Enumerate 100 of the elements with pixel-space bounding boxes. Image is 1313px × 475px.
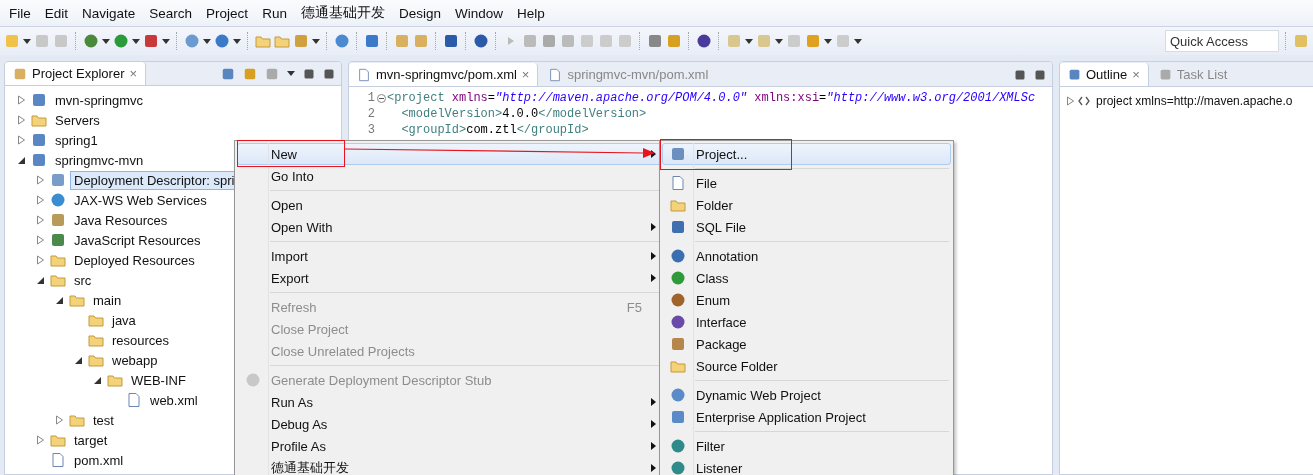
maximize-icon [323,67,335,80]
editor-tab[interactable]: mvn-springmvc/pom.xml × [349,63,539,86]
menu-item[interactable]: Folder [662,194,951,216]
tree-item[interactable]: Deployed Resources [70,250,199,270]
filter-icon [265,66,279,81]
menu-item[interactable]: File [2,5,38,21]
caret-icon[interactable] [233,38,241,44]
collapse-icon[interactable] [92,375,102,385]
caret-icon[interactable] [162,38,170,44]
tree-item[interactable]: main [89,290,126,310]
tree-item[interactable]: JavaScript Resources [70,230,205,250]
collapse-icon[interactable] [73,355,83,365]
caret-icon[interactable] [745,38,753,44]
menu-item[interactable]: Run [255,5,294,21]
menu-item[interactable]: File [662,172,951,194]
expand-icon[interactable] [35,215,45,225]
collapse-icon[interactable] [35,275,45,285]
tree-item[interactable]: src [70,270,96,290]
menu-item[interactable]: Interface [662,311,951,333]
class-icon [670,270,686,286]
close-icon[interactable]: × [129,66,138,81]
tree-item[interactable]: JAX-WS Web Services [70,190,211,210]
menu-item[interactable]: SQL File [662,216,951,238]
caret-icon[interactable] [23,38,31,44]
menu-item[interactable]: Help [509,5,552,21]
menu-item[interactable]: 德通基础开发 [237,457,663,475]
expand-icon[interactable] [35,195,45,205]
menu-item[interactable]: Import [237,245,663,267]
project-icon [31,152,47,168]
xml-file-icon [126,392,142,408]
menu-item[interactable]: Annotation [662,245,951,267]
caret-icon[interactable] [775,38,783,44]
menu-item[interactable]: Filter [662,435,951,457]
tree-item[interactable]: spring1 [51,130,102,150]
menu-item[interactable]: Search [142,5,200,21]
menu-item[interactable]: Project [199,5,256,21]
caret-icon[interactable] [824,38,832,44]
fold-icon[interactable] [376,93,386,103]
caret-icon[interactable] [132,38,140,44]
menu-item[interactable]: Source Folder [662,355,951,377]
menu-item[interactable]: Go Into [237,165,663,187]
expand-icon[interactable] [35,235,45,245]
menu-item[interactable]: Navigate [75,5,143,21]
code-line: <groupId>com.ztl</groupId> [400,123,589,137]
tree-item[interactable]: webapp [108,350,162,370]
menu-item[interactable]: 德通基础开发 [293,4,392,22]
menu-item[interactable]: Design [391,5,448,21]
descriptor-icon [50,172,66,188]
expand-icon[interactable] [35,255,45,265]
caret-icon[interactable] [312,38,320,44]
expand-icon[interactable] [16,135,26,145]
tree-item[interactable]: web.xml [146,390,202,410]
menu-item[interactable]: Package [662,333,951,355]
collapse-icon[interactable] [16,155,26,165]
menu-item[interactable]: Enterprise Application Project [662,406,951,428]
menu-item[interactable]: Listener [662,457,951,475]
tree-item[interactable]: java [108,310,140,330]
menu-item[interactable]: Profile As [237,435,663,457]
caret-icon[interactable] [203,38,211,44]
tree-item[interactable]: test [89,410,118,430]
menu-item[interactable]: Class [662,267,951,289]
caret-icon[interactable] [854,38,862,44]
tree-item[interactable]: project xmlns=http://maven.apache.o [1092,92,1297,110]
menu-item[interactable]: Edit [37,5,76,21]
tree-item[interactable]: Servers [51,110,104,130]
expand-icon[interactable] [16,95,26,105]
maven-file-icon [548,67,563,82]
maximize-icon [1034,68,1046,81]
menu-item[interactable]: Debug As [237,413,663,435]
close-icon[interactable]: × [521,67,530,82]
menu-item[interactable]: Dynamic Web Project [662,384,951,406]
expand-icon[interactable] [35,175,45,185]
expand-icon[interactable] [54,415,64,425]
quick-access-field[interactable]: Quick Access [1165,30,1279,52]
view-tab[interactable]: Project Explorer × [5,62,147,85]
menu-item[interactable]: Open With [237,216,663,238]
menu-item[interactable]: Enum [662,289,951,311]
menu-item[interactable]: Run As [237,391,663,413]
caret-icon[interactable] [287,71,295,76]
collapse-icon[interactable] [54,295,64,305]
filter-icon [670,438,686,454]
expand-icon[interactable] [1065,96,1075,106]
view-tab[interactable]: Outline × [1060,63,1149,86]
minimize-icon [1014,68,1026,81]
tree-item[interactable]: pom.xml [70,450,128,470]
menu-item[interactable]: Window [447,5,510,21]
tree-item[interactable]: WEB-INF [127,370,190,390]
tree-item[interactable]: target [70,430,112,450]
expand-icon[interactable] [35,435,45,445]
close-icon[interactable]: × [1132,67,1140,82]
minimize-icon [303,67,315,80]
tree-item[interactable]: springmvc-mvn [51,150,148,170]
tree-item[interactable]: mvn-springmvc [51,90,148,110]
menu-item[interactable]: Open [237,194,663,216]
expand-icon[interactable] [16,115,26,125]
menu-item[interactable]: Project... [662,143,951,165]
menu-item[interactable]: Export [237,267,663,289]
tree-item[interactable]: Java Resources [70,210,172,230]
tree-item[interactable]: resources [108,330,174,350]
caret-icon[interactable] [102,38,110,44]
